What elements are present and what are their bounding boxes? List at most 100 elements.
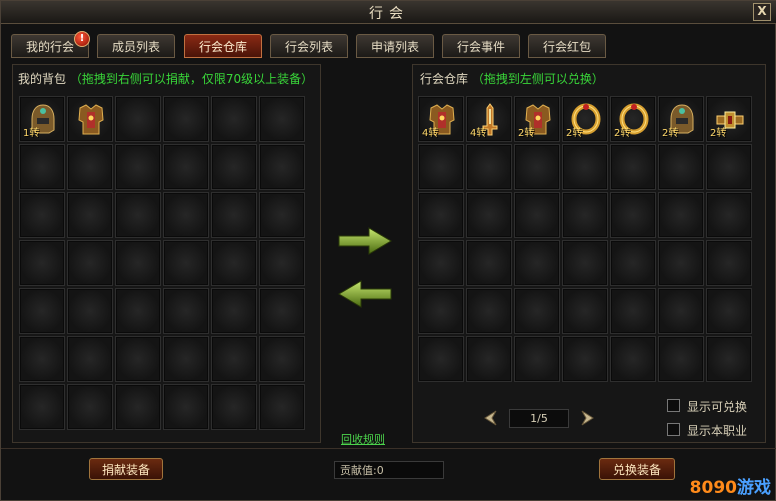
arrow-left-icon[interactable] bbox=[337, 279, 393, 309]
inventory-slot[interactable] bbox=[211, 192, 257, 238]
inventory-slot[interactable]: 4转 bbox=[418, 96, 464, 142]
tab-guild-warehouse[interactable]: 行会仓库 bbox=[184, 34, 262, 58]
inventory-slot[interactable] bbox=[259, 240, 305, 286]
inventory-slot[interactable] bbox=[163, 144, 209, 190]
inventory-slot[interactable] bbox=[466, 240, 512, 286]
inventory-slot[interactable] bbox=[163, 384, 209, 430]
inventory-slot[interactable] bbox=[418, 240, 464, 286]
inventory-slot[interactable] bbox=[67, 336, 113, 382]
tab-guild-red-packet[interactable]: 行会红包 bbox=[528, 34, 606, 58]
inventory-slot[interactable] bbox=[610, 240, 656, 286]
inventory-slot[interactable] bbox=[466, 192, 512, 238]
tab-guild-list[interactable]: 行会列表 bbox=[270, 34, 348, 58]
inventory-slot[interactable] bbox=[19, 144, 65, 190]
inventory-slot[interactable]: 2转 bbox=[658, 96, 704, 142]
inventory-slot[interactable] bbox=[658, 192, 704, 238]
donate-equipment-button[interactable]: 捐献装备 bbox=[89, 458, 163, 480]
inventory-slot[interactable] bbox=[211, 336, 257, 382]
inventory-slot[interactable] bbox=[115, 96, 161, 142]
inventory-slot[interactable] bbox=[562, 336, 608, 382]
inventory-slot[interactable] bbox=[562, 240, 608, 286]
inventory-slot[interactable] bbox=[466, 288, 512, 334]
inventory-slot[interactable] bbox=[706, 336, 752, 382]
inventory-slot[interactable] bbox=[115, 240, 161, 286]
inventory-slot[interactable] bbox=[163, 336, 209, 382]
inventory-slot[interactable] bbox=[658, 144, 704, 190]
inventory-slot[interactable] bbox=[19, 384, 65, 430]
exchange-equipment-button[interactable]: 兑换装备 bbox=[599, 458, 675, 480]
inventory-slot[interactable] bbox=[19, 240, 65, 286]
inventory-slot[interactable]: 4转 bbox=[466, 96, 512, 142]
inventory-slot[interactable] bbox=[115, 336, 161, 382]
inventory-slot[interactable] bbox=[658, 336, 704, 382]
inventory-slot[interactable] bbox=[67, 144, 113, 190]
inventory-slot[interactable]: 2转 bbox=[610, 96, 656, 142]
inventory-slot[interactable] bbox=[259, 384, 305, 430]
inventory-slot[interactable] bbox=[706, 240, 752, 286]
inventory-slot[interactable] bbox=[163, 240, 209, 286]
inventory-slot[interactable] bbox=[163, 96, 209, 142]
close-button[interactable]: X bbox=[753, 3, 771, 21]
inventory-slot[interactable] bbox=[562, 192, 608, 238]
inventory-slot[interactable] bbox=[610, 336, 656, 382]
inventory-slot[interactable] bbox=[706, 144, 752, 190]
prev-page-icon[interactable] bbox=[482, 409, 500, 427]
inventory-slot[interactable] bbox=[466, 144, 512, 190]
tab-guild-events[interactable]: 行会事件 bbox=[442, 34, 520, 58]
recycle-rule-link[interactable]: 回收规则 bbox=[341, 431, 385, 447]
inventory-slot[interactable] bbox=[211, 96, 257, 142]
inventory-slot[interactable] bbox=[115, 288, 161, 334]
title-bar[interactable]: 行会 X bbox=[1, 1, 776, 24]
inventory-slot[interactable] bbox=[418, 336, 464, 382]
inventory-slot[interactable] bbox=[211, 288, 257, 334]
inventory-slot[interactable] bbox=[67, 192, 113, 238]
inventory-slot[interactable] bbox=[259, 288, 305, 334]
inventory-slot[interactable] bbox=[514, 192, 560, 238]
show-own-class-checkbox[interactable] bbox=[667, 423, 680, 436]
inventory-slot[interactable] bbox=[562, 144, 608, 190]
tab-member-list[interactable]: 成员列表 bbox=[97, 34, 175, 58]
inventory-slot[interactable] bbox=[19, 192, 65, 238]
inventory-slot[interactable] bbox=[610, 192, 656, 238]
inventory-slot[interactable] bbox=[259, 336, 305, 382]
inventory-slot[interactable] bbox=[163, 288, 209, 334]
inventory-slot[interactable]: 2转 bbox=[514, 96, 560, 142]
inventory-slot[interactable] bbox=[115, 384, 161, 430]
inventory-slot[interactable] bbox=[19, 336, 65, 382]
inventory-slot[interactable] bbox=[259, 96, 305, 142]
inventory-slot[interactable]: 2转 bbox=[562, 96, 608, 142]
inventory-slot[interactable] bbox=[418, 144, 464, 190]
inventory-slot[interactable] bbox=[211, 240, 257, 286]
inventory-slot[interactable] bbox=[211, 384, 257, 430]
inventory-slot[interactable] bbox=[115, 192, 161, 238]
inventory-slot[interactable]: 2转 bbox=[706, 96, 752, 142]
next-page-icon[interactable] bbox=[578, 409, 596, 427]
tab-application-list[interactable]: 申请列表 bbox=[356, 34, 434, 58]
inventory-slot[interactable] bbox=[610, 288, 656, 334]
inventory-slot[interactable] bbox=[19, 288, 65, 334]
inventory-slot[interactable] bbox=[67, 288, 113, 334]
inventory-slot[interactable] bbox=[67, 240, 113, 286]
inventory-slot[interactable] bbox=[706, 288, 752, 334]
inventory-slot[interactable] bbox=[418, 192, 464, 238]
inventory-slot[interactable] bbox=[514, 288, 560, 334]
inventory-slot[interactable] bbox=[658, 240, 704, 286]
inventory-slot[interactable] bbox=[514, 144, 560, 190]
inventory-slot[interactable] bbox=[466, 336, 512, 382]
inventory-slot[interactable] bbox=[418, 288, 464, 334]
inventory-slot[interactable] bbox=[115, 144, 161, 190]
inventory-slot[interactable] bbox=[706, 192, 752, 238]
inventory-slot[interactable] bbox=[514, 336, 560, 382]
inventory-slot[interactable] bbox=[67, 384, 113, 430]
inventory-slot[interactable] bbox=[211, 144, 257, 190]
inventory-slot[interactable] bbox=[514, 240, 560, 286]
inventory-slot[interactable] bbox=[259, 144, 305, 190]
show-exchangeable-checkbox[interactable] bbox=[667, 399, 680, 412]
inventory-slot[interactable]: 1转 bbox=[19, 96, 65, 142]
inventory-slot[interactable] bbox=[259, 192, 305, 238]
arrow-right-icon[interactable] bbox=[337, 226, 393, 256]
inventory-slot[interactable] bbox=[610, 144, 656, 190]
inventory-slot[interactable] bbox=[163, 192, 209, 238]
inventory-slot[interactable] bbox=[67, 96, 113, 142]
inventory-slot[interactable] bbox=[562, 288, 608, 334]
